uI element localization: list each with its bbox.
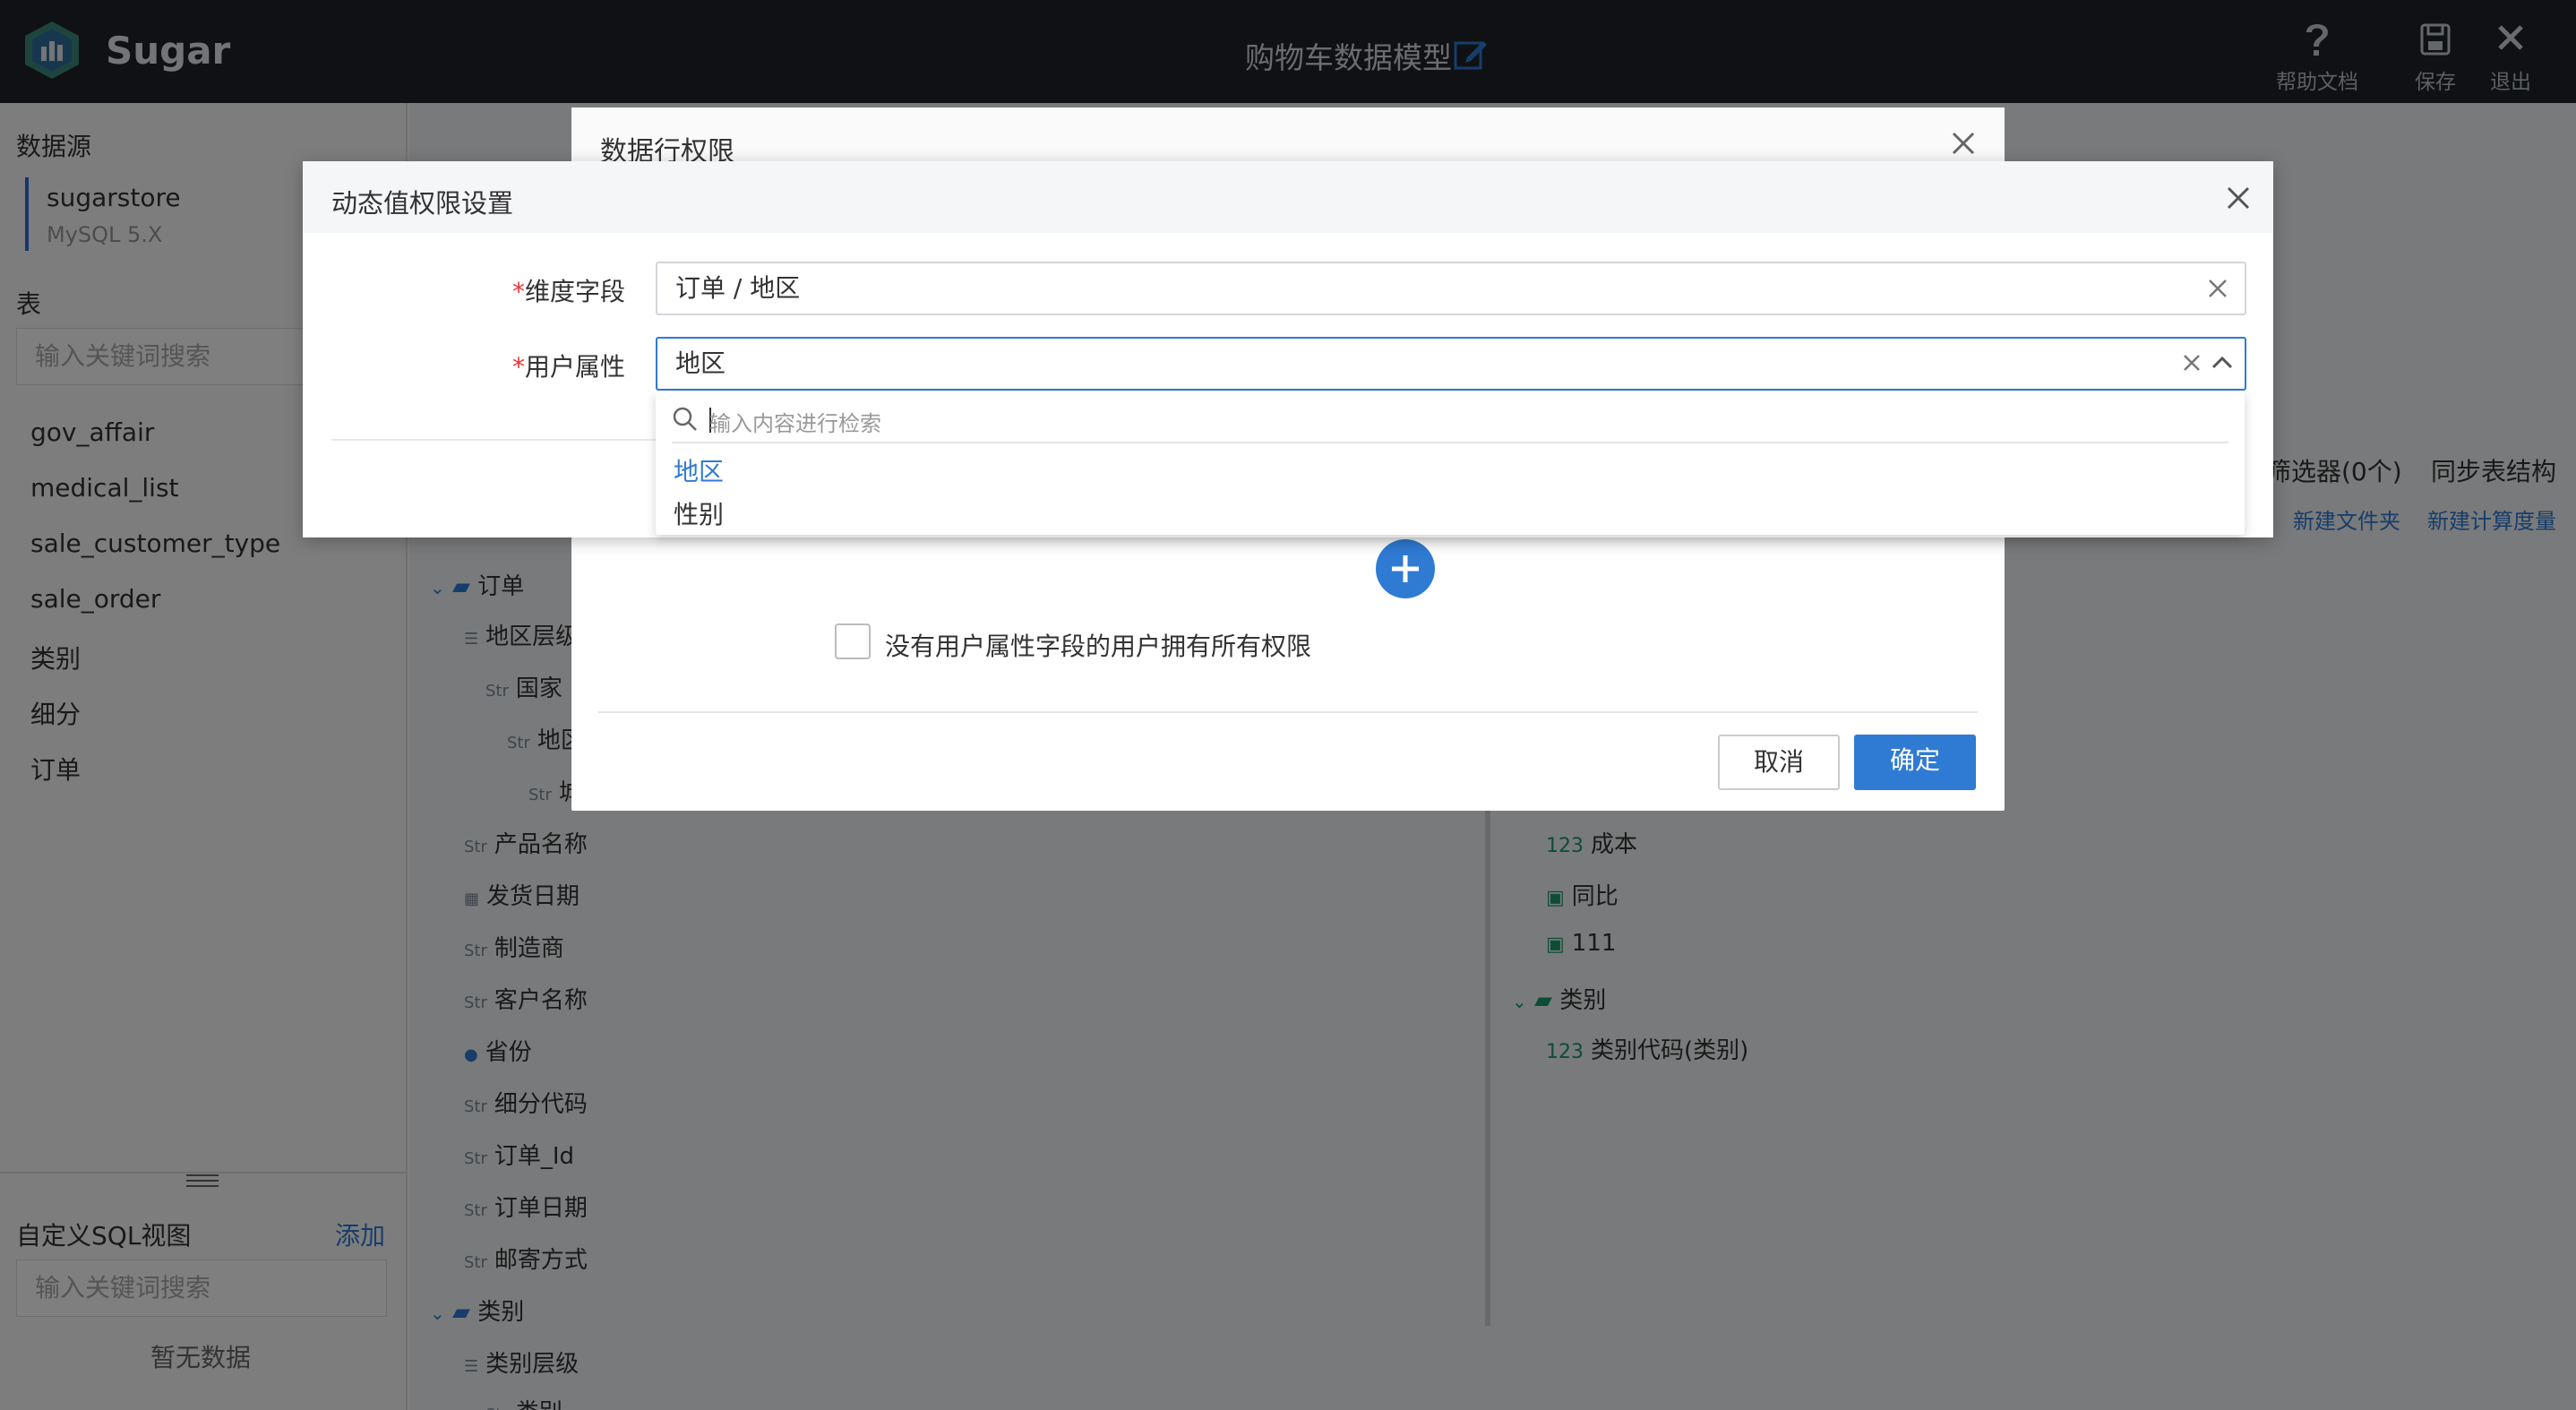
confirm-button[interactable]: 确定 <box>1854 735 1976 790</box>
dropdown-option[interactable]: 性别 <box>674 495 724 531</box>
dropdown-option-selected[interactable]: 地区 <box>674 452 724 488</box>
user-attribute-select[interactable]: 地区 <box>656 337 2246 391</box>
close-icon[interactable] <box>1951 131 1976 156</box>
clear-icon[interactable] <box>2207 278 2228 299</box>
dialog-title: 动态值权限设置 <box>331 188 514 219</box>
chevron-up-icon[interactable] <box>2211 353 2234 373</box>
all-permission-checkbox[interactable] <box>835 623 871 659</box>
dropdown-search-input[interactable]: 输入内容进行检索 <box>709 406 881 437</box>
dropdown-divider <box>672 442 2228 443</box>
close-icon[interactable] <box>2227 186 2250 210</box>
search-icon <box>673 407 697 431</box>
attribute-dropdown: 输入内容进行检索 地区 性别 <box>656 391 2245 535</box>
user-attribute-label: *用户属性 <box>511 352 625 382</box>
footer-divider <box>598 711 1978 713</box>
dimension-field-select[interactable]: 订单 / 地区 <box>656 262 2246 315</box>
dialog-header <box>303 161 2273 233</box>
add-condition-icon[interactable] <box>1374 537 1437 600</box>
dimension-field-label: *维度字段 <box>511 277 625 306</box>
checkbox-label: 没有用户属性字段的用户拥有所有权限 <box>885 632 1312 661</box>
cancel-button[interactable]: 取消 <box>1718 735 1840 790</box>
clear-icon[interactable] <box>2182 353 2202 373</box>
